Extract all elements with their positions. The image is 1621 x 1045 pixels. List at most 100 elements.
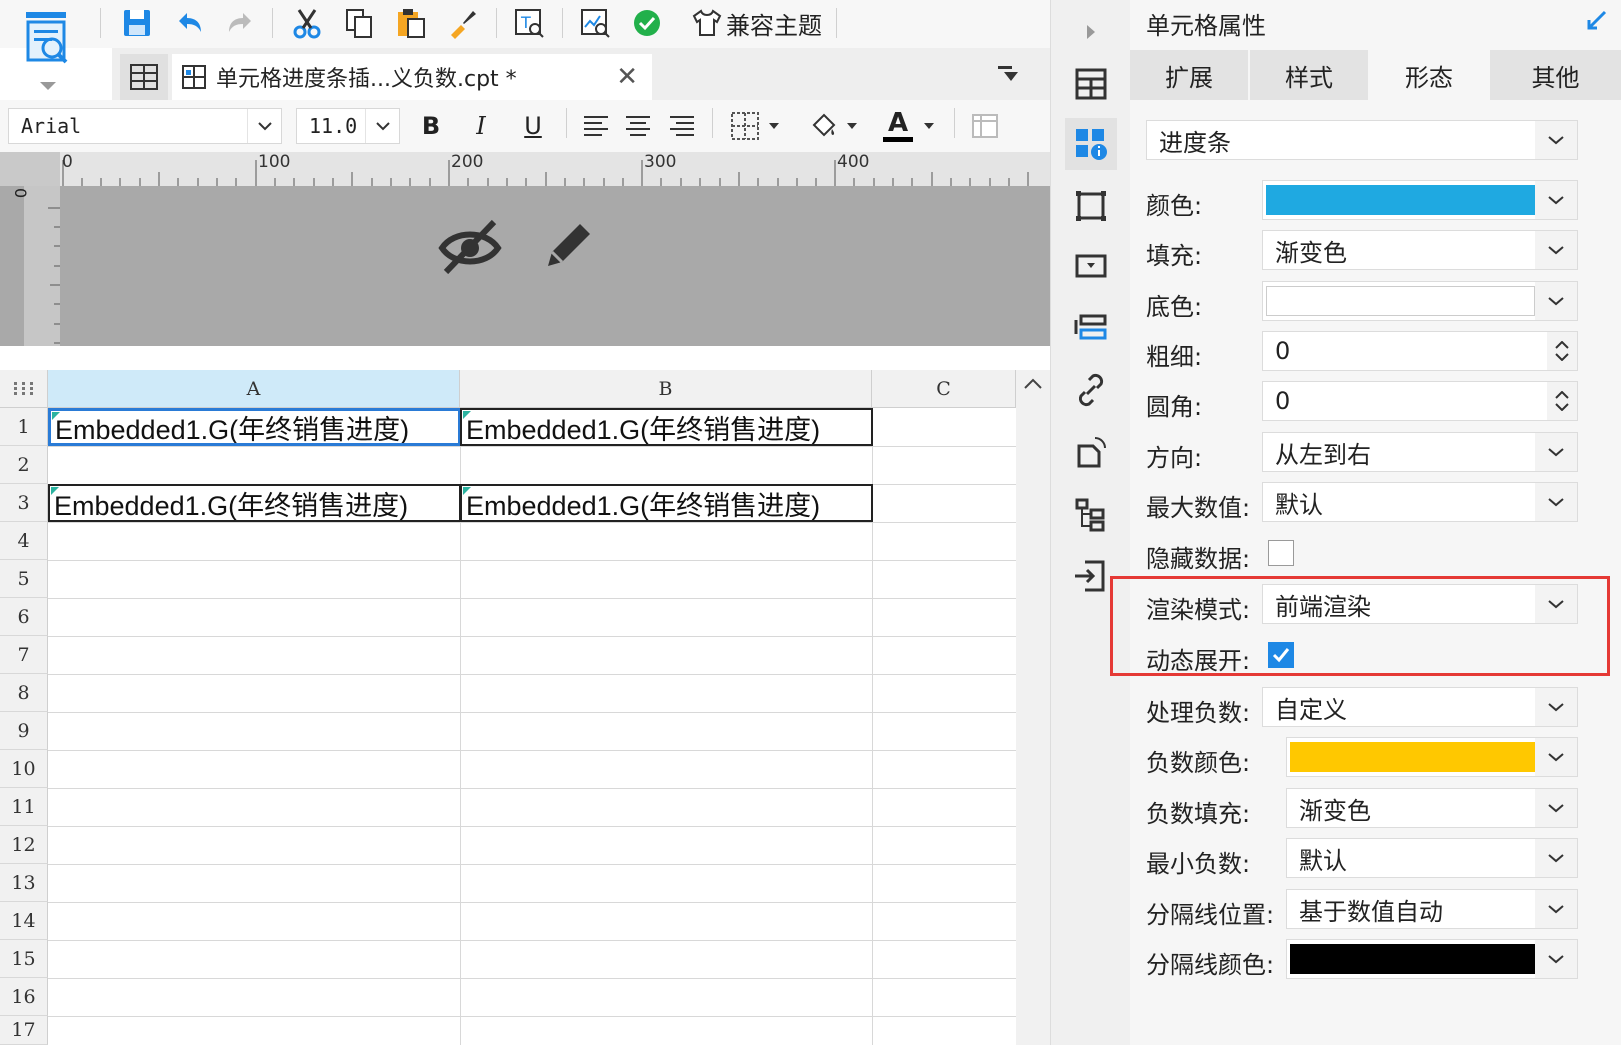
color-label: 颜色: [1146, 192, 1203, 220]
tab-extend[interactable]: 扩展 [1130, 50, 1248, 100]
negative-color-select[interactable] [1286, 737, 1578, 777]
corner-radius-value: 0 [1275, 387, 1291, 415]
cell-b3[interactable]: Embedded1.G(年终销售进度) [460, 484, 873, 522]
paste-icon[interactable] [392, 6, 430, 40]
scroll-up-icon[interactable] [1016, 378, 1050, 398]
font-color-dropdown[interactable]: A [876, 110, 942, 142]
row-header[interactable]: 5 [0, 560, 48, 598]
underline-button[interactable]: U [518, 110, 548, 142]
hyperlink-icon[interactable] [1065, 364, 1117, 416]
copy-icon[interactable] [340, 6, 378, 40]
column-header-a[interactable]: A [48, 370, 460, 408]
italic-button[interactable]: I [466, 110, 496, 142]
save-icon[interactable] [118, 6, 156, 40]
redo-icon[interactable] [222, 6, 260, 40]
text-search-icon[interactable]: T [510, 6, 548, 40]
spinner-arrows-icon[interactable] [1547, 382, 1577, 420]
shape-type-select[interactable]: 进度条 [1146, 120, 1578, 160]
handle-negative-select[interactable]: 自定义 [1262, 687, 1578, 727]
divider-color-select[interactable] [1286, 939, 1578, 979]
rotate-page-icon[interactable] [1065, 426, 1117, 478]
row-header[interactable]: 8 [0, 674, 48, 712]
row-header[interactable]: 9 [0, 712, 48, 750]
compat-theme-label: 兼容主题 [726, 11, 822, 40]
template-dataset-icon[interactable] [1065, 58, 1117, 110]
parameter-canvas[interactable] [0, 186, 1050, 346]
row-header[interactable]: 7 [0, 636, 48, 674]
undo-icon[interactable] [170, 6, 208, 40]
row-header[interactable]: 16 [0, 978, 48, 1016]
hide-data-checkbox[interactable] [1268, 540, 1294, 566]
structure-tree-icon[interactable] [1065, 488, 1117, 540]
align-center-icon[interactable] [622, 110, 654, 142]
spinner-arrows-icon[interactable] [1547, 332, 1577, 370]
color-select[interactable] [1262, 180, 1578, 220]
row-header[interactable]: 6 [0, 598, 48, 636]
cell-b3-value: Embedded1.G(年终销售进度) [466, 490, 821, 521]
freeze-pane-icon[interactable] [968, 110, 1002, 142]
column-header-b[interactable]: B [460, 370, 872, 408]
row-header[interactable]: 17 [0, 1016, 48, 1045]
row-header[interactable]: 4 [0, 522, 48, 560]
chart-preview-icon[interactable] [576, 6, 614, 40]
tab-style[interactable]: 样式 [1250, 50, 1368, 100]
condition-attributes-icon[interactable] [1065, 302, 1117, 354]
tab-shape[interactable]: 形态 [1370, 50, 1488, 100]
corner-radius-stepper[interactable]: 0 [1262, 381, 1578, 421]
row-header[interactable]: 11 [0, 788, 48, 826]
row-header[interactable]: 2 [0, 446, 48, 484]
row-header[interactable]: 10 [0, 750, 48, 788]
max-value-select[interactable]: 默认 [1262, 482, 1578, 522]
ruler-label: 0 [11, 188, 30, 199]
cut-icon[interactable] [288, 6, 326, 40]
negative-fill-select[interactable]: 渐变色 [1286, 788, 1578, 828]
vertical-scrollbar[interactable] [1016, 370, 1050, 1045]
close-tab-icon[interactable]: ✕ [616, 62, 638, 92]
column-header-c[interactable]: C [872, 370, 1016, 408]
row-header[interactable]: 3 [0, 484, 48, 522]
background-color-label: 底色: [1146, 293, 1203, 321]
vertical-ruler [24, 186, 60, 346]
ruler-label: 300 [644, 152, 677, 172]
cell-attributes-icon[interactable] [1065, 118, 1117, 170]
preview-icon[interactable] [22, 10, 78, 92]
row-header[interactable]: 13 [0, 864, 48, 902]
negative-color-label: 负数颜色: [1146, 749, 1251, 777]
cell-a3[interactable]: Embedded1.G(年终销售进度) [48, 484, 461, 522]
font-size-select[interactable]: 11.0 [296, 108, 400, 144]
tab-other[interactable]: 其他 [1490, 50, 1621, 100]
eye-off-icon[interactable] [438, 218, 502, 278]
row-header[interactable]: 15 [0, 940, 48, 978]
compat-theme-button[interactable]: 兼容主题 [682, 6, 832, 40]
pin-icon[interactable] [1585, 10, 1607, 36]
min-negative-select[interactable]: 默认 [1286, 838, 1578, 878]
fill-select[interactable]: 渐变色 [1262, 230, 1578, 270]
align-left-icon[interactable] [580, 110, 612, 142]
document-tab[interactable]: 单元格进度条插...义负数.cpt * ✕ [172, 54, 652, 100]
pencil-icon[interactable] [540, 218, 596, 278]
border-dropdown[interactable] [724, 110, 786, 142]
cell-b1[interactable]: Embedded1.G(年终销售进度) [460, 408, 873, 446]
direction-select[interactable]: 从左到右 [1262, 432, 1578, 472]
fill-color-dropdown[interactable] [802, 110, 864, 142]
float-element-icon[interactable] [1065, 180, 1117, 232]
background-color-select[interactable] [1262, 281, 1578, 321]
thickness-stepper[interactable]: 0 [1262, 331, 1578, 371]
cell-a1[interactable]: Embedded1.G(年终销售进度) [48, 408, 461, 446]
ruler-label: 200 [451, 152, 484, 172]
select-all-corner[interactable] [0, 370, 48, 408]
divider-position-select[interactable]: 基于数值自动 [1286, 889, 1578, 929]
sheet-grid-icon[interactable] [120, 54, 168, 100]
font-family-select[interactable]: Arial [8, 108, 282, 144]
format-painter-icon[interactable] [444, 6, 482, 40]
row-header[interactable]: 1 [0, 408, 48, 446]
align-right-icon[interactable] [666, 110, 698, 142]
bold-button[interactable]: B [416, 110, 446, 142]
widget-settings-icon[interactable] [1065, 240, 1117, 292]
shape-type-value: 进度条 [1159, 128, 1231, 157]
check-circle-icon[interactable] [628, 6, 666, 40]
collapse-arrow-icon[interactable] [1065, 6, 1117, 58]
tab-menu-icon[interactable] [996, 62, 1020, 90]
row-header[interactable]: 14 [0, 902, 48, 940]
row-header[interactable]: 12 [0, 826, 48, 864]
